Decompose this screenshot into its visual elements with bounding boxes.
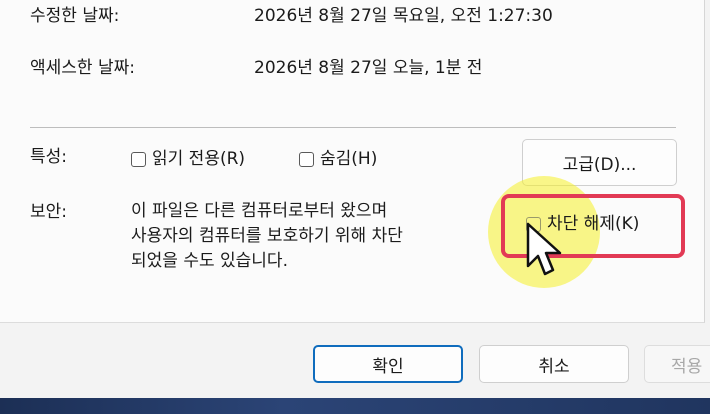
accessed-date-value: 2026년 8월 27일 오늘, 1분 전 [254,58,483,78]
cancel-button[interactable]: 취소 [479,345,629,383]
apply-button[interactable]: 적용 [644,345,710,383]
modified-date-value: 2026년 8월 27일 목요일, 오전 1:27:30 [254,6,553,26]
security-message: 이 파일은 다른 컴퓨터로부터 왔으며 사용자의 컴퓨터를 보호하기 위해 차단… [131,199,403,274]
security-message-line-1: 이 파일은 다른 컴퓨터로부터 왔으며 [131,201,388,221]
ok-button[interactable]: 확인 [313,345,463,383]
modified-date-label: 수정한 날짜: [30,6,120,26]
readonly-checkbox-label: 읽기 전용(R) [152,149,246,169]
hidden-checkbox-box[interactable] [299,151,314,167]
accessed-date-label: 액세스한 날짜: [30,58,135,78]
section-divider [30,127,676,128]
mouse-pointer-icon [526,222,562,276]
security-label: 보안: [30,202,68,222]
hidden-checkbox-label: 숨김(H) [320,149,378,169]
hidden-checkbox[interactable]: 숨김(H) [299,148,377,170]
security-message-line-2: 사용자의 컴퓨터를 보호하기 위해 차단 [131,226,403,246]
security-message-line-3: 되었을 수도 있습니다. [131,251,288,271]
desktop-taskbar-strip [0,398,710,414]
properties-dialog-body: 수정한 날짜: 2026년 8월 27일 목요일, 오전 1:27:30 액세스… [0,0,705,323]
attributes-label: 특성: [30,147,68,167]
readonly-checkbox-box[interactable] [131,151,146,167]
readonly-checkbox[interactable]: 읽기 전용(R) [131,148,245,170]
